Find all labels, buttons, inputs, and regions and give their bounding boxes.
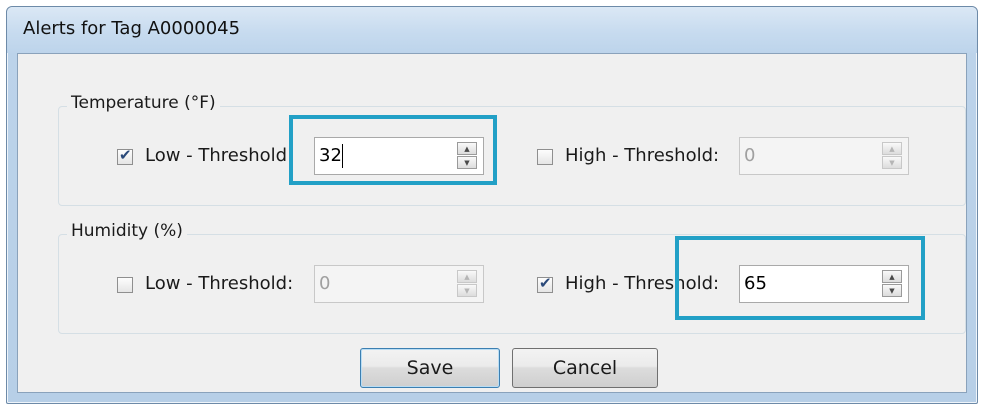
temperature-low-checkbox[interactable]: ✔ (117, 146, 133, 165)
temperature-high-checkbox[interactable] (537, 149, 553, 165)
humidity-high-checkbox[interactable]: ✔ (537, 274, 553, 293)
spin-up-icon[interactable]: ▲ (457, 270, 477, 283)
save-button[interactable]: Save (360, 348, 500, 388)
checkmark-icon: ✔ (539, 274, 552, 292)
alerts-dialog: Alerts for Tag A0000045 Temperature (°F)… (6, 6, 978, 404)
humidity-low-input[interactable]: 0 ▲ ▼ (314, 265, 484, 303)
temperature-group: Temperature (°F) ✔ Low - Threshold: 32 ▲… (58, 93, 966, 206)
window-title: Alerts for Tag A0000045 (23, 18, 241, 39)
humidity-group-label: Humidity (%) (67, 221, 187, 241)
cancel-button[interactable]: Cancel (512, 348, 658, 388)
temperature-high-label: High - Threshold: (565, 145, 720, 166)
spin-down-icon[interactable]: ▼ (457, 284, 477, 297)
dialog-body: Temperature (°F) ✔ Low - Threshold: 32 ▲… (17, 53, 967, 393)
temperature-high-input[interactable]: 0 ▲ ▼ (739, 137, 909, 175)
highlight-temperature-low (289, 115, 497, 185)
temperature-low-label: Low - Threshold: (145, 145, 294, 166)
checkmark-icon: ✔ (119, 146, 132, 164)
humidity-low-checkbox[interactable] (117, 277, 133, 293)
humidity-low-label: Low - Threshold: (145, 273, 294, 294)
spin-up-icon[interactable]: ▲ (882, 142, 902, 155)
title-bar[interactable]: Alerts for Tag A0000045 (7, 7, 977, 53)
temperature-group-label: Temperature (°F) (67, 93, 220, 113)
temperature-high-value: 0 (744, 145, 756, 166)
humidity-low-value: 0 (319, 273, 331, 294)
spin-down-icon[interactable]: ▼ (882, 156, 902, 169)
highlight-humidity-high (675, 236, 925, 320)
